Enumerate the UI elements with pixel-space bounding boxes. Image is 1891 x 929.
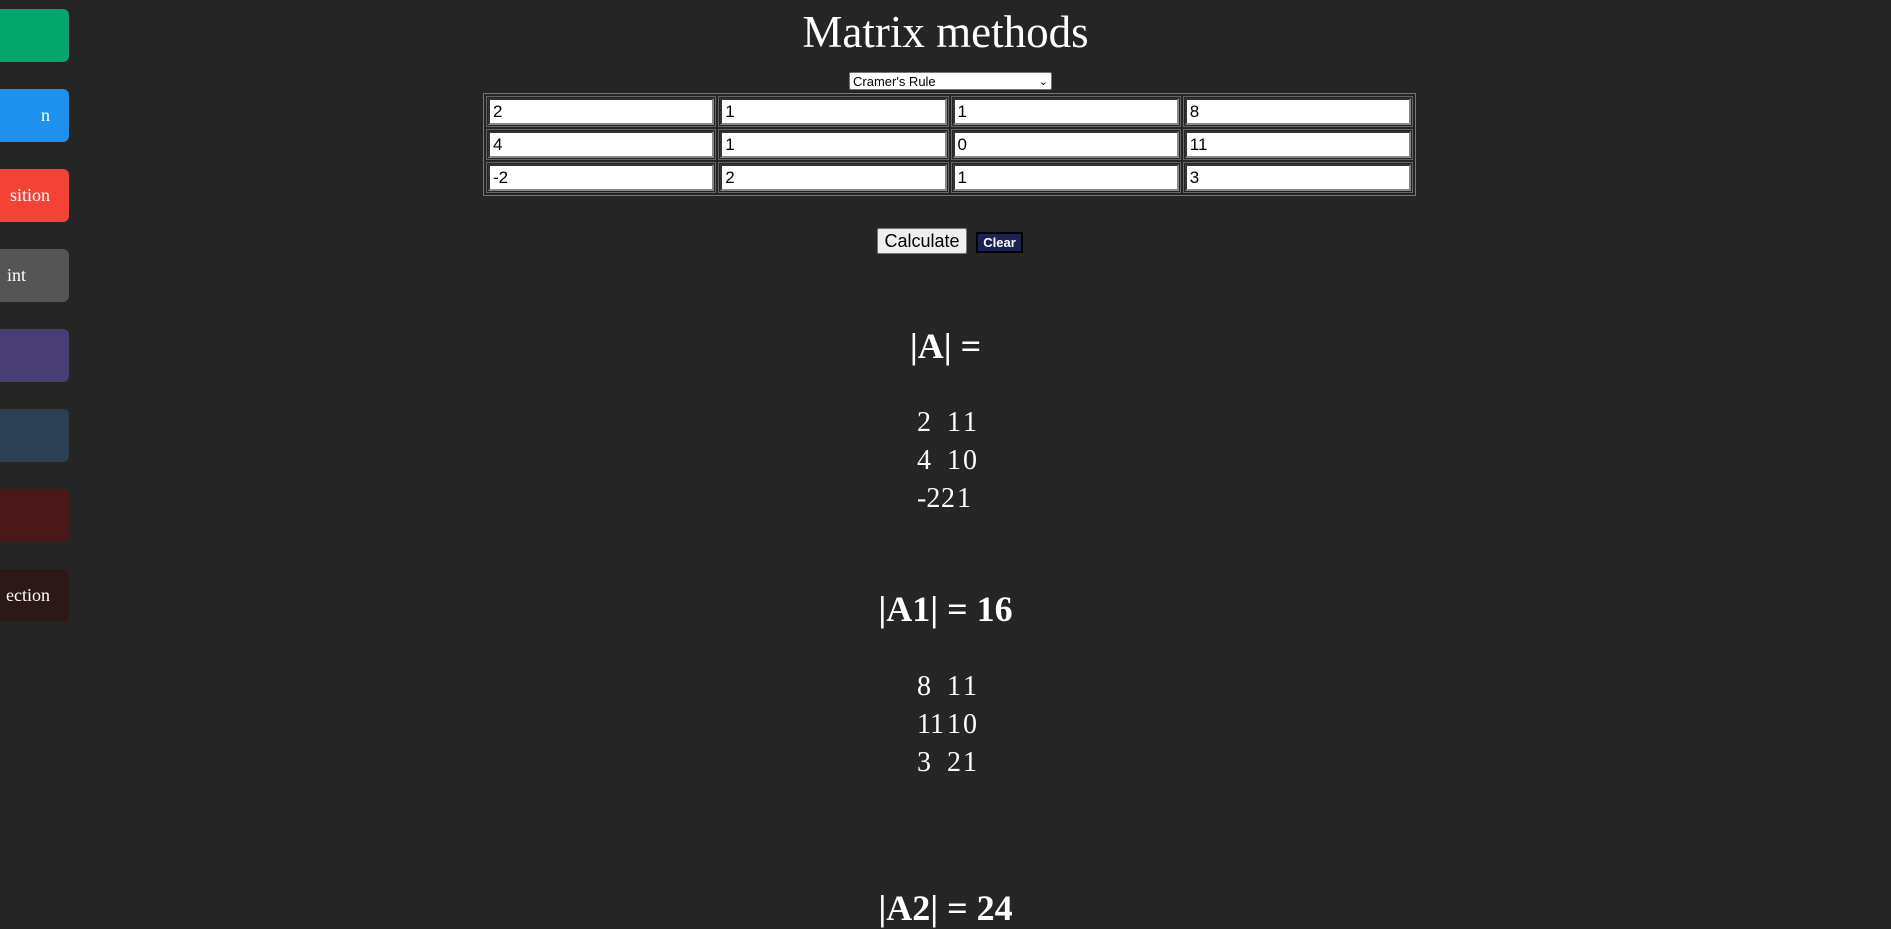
sidebar-button-4[interactable]: int (0, 249, 69, 302)
matrix-cell-r1-c4[interactable] (1184, 98, 1411, 125)
matrix-row: 11 10 (917, 706, 1891, 744)
matrix-cell-r1-c1[interactable] (488, 98, 715, 125)
calculate-button[interactable]: Calculate (877, 228, 967, 254)
matrix-value: 11 (917, 709, 944, 740)
matrix-cell-r3-c2[interactable] (720, 164, 947, 191)
sidebar-button-label: int (6, 265, 26, 285)
method-select-value: Cramer's Rule (853, 73, 936, 89)
sidebar-button-label: n (41, 105, 50, 125)
sidebar-button-3[interactable]: sition (0, 169, 69, 222)
matrix-value: 8 (917, 671, 931, 702)
matrix-row (486, 96, 1413, 127)
determinant-A1-matrix: 8 11 11 10 3 21 (0, 668, 1891, 782)
determinant-label: |A| = (909, 326, 982, 366)
matrix-input-table (483, 93, 1416, 196)
matrix-value: 1 (963, 747, 977, 778)
matrix-row: 3 21 (917, 744, 1891, 782)
matrix-cell-r3-c3[interactable] (952, 164, 1179, 191)
determinant-label: |A2| = 24 (878, 888, 1013, 928)
matrix-value: 0 (963, 709, 977, 740)
matrix-value: 2 (947, 747, 961, 778)
matrix-cell-r3-c1[interactable] (488, 164, 715, 191)
sidebar-button-2[interactable]: n (0, 89, 69, 142)
matrix-value: 1 (947, 709, 961, 740)
matrix-row: -221 (917, 480, 1891, 518)
matrix-row: 4 10 (917, 442, 1891, 480)
determinant-A-matrix: 2 11 4 10 -221 (0, 404, 1891, 518)
sidebar-button-label: sition (9, 185, 50, 205)
page-title: Matrix methods (802, 7, 1089, 57)
matrix-value: 2 (917, 407, 931, 438)
matrix-value: 1 (957, 483, 971, 514)
matrix-cell-r2-c4[interactable] (1184, 131, 1411, 158)
matrix-cell-r2-c2[interactable] (720, 131, 947, 158)
matrix-value: 2 (941, 483, 955, 514)
matrix-value: 1 (947, 671, 961, 702)
matrix-cell-r1-c3[interactable] (952, 98, 1179, 125)
matrix-value: 0 (963, 445, 977, 476)
determinant-A2: |A2| = 24 (0, 887, 1891, 929)
method-select[interactable]: Cramer's Rule ⌄ (849, 72, 1052, 90)
determinant-A: |A| = (0, 325, 1891, 367)
clear-button[interactable]: Clear (976, 232, 1023, 253)
matrix-row: 8 11 (917, 668, 1891, 706)
matrix-value: 1 (947, 407, 961, 438)
determinant-A1: |A1| = 16 (0, 588, 1891, 630)
matrix-cell-r2-c3[interactable] (952, 131, 1179, 158)
matrix-value: 1 (963, 671, 977, 702)
matrix-value: 3 (917, 747, 931, 778)
matrix-row: 2 11 (917, 404, 1891, 442)
determinant-label: |A1| = 16 (878, 589, 1013, 629)
matrix-cell-r1-c2[interactable] (720, 98, 947, 125)
matrix-cell-r3-c4[interactable] (1184, 164, 1411, 191)
matrix-value: -2 (917, 483, 941, 514)
matrix-value: 1 (963, 407, 977, 438)
matrix-value: 1 (947, 445, 961, 476)
matrix-cell-r2-c1[interactable] (488, 131, 715, 158)
matrix-row (486, 162, 1413, 193)
matrix-row (486, 129, 1413, 160)
chevron-down-icon: ⌄ (1038, 75, 1048, 88)
matrix-value: 4 (917, 445, 931, 476)
